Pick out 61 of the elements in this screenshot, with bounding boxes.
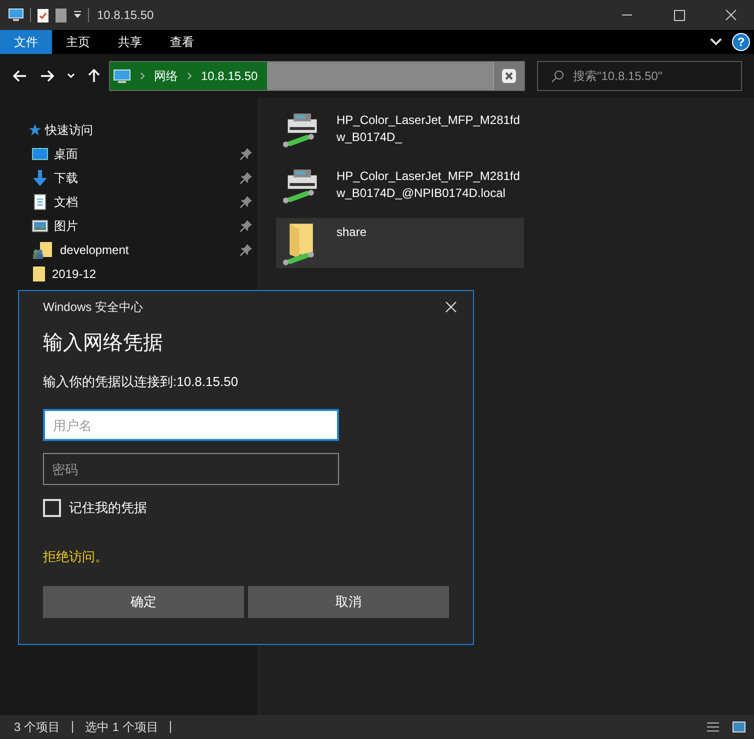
folder-icon [32,266,46,282]
star-icon [27,123,41,137]
picture-icon [32,219,48,233]
dialog-button[interactable]: 确定 [43,586,244,618]
item-count: 3 个项目 [14,718,60,736]
sidebar-item[interactable]: 快速访问 [0,118,258,142]
breadcrumb[interactable]: 网络 [154,68,178,84]
address-bar[interactable]: 网络 10.8.15.50 [109,61,525,91]
computer-icon [113,68,131,84]
computer-icon[interactable] [8,8,24,22]
breadcrumb[interactable]: 10.8.15.50 [201,69,258,83]
sidebar-item[interactable]: 文档 [0,190,258,214]
username-field[interactable]: 用户名 [43,409,339,441]
back-arrow-icon[interactable] [13,70,27,82]
checkbox-label: 记住我的凭据 [69,499,147,517]
error-message: 拒绝访问。 [43,548,109,566]
chevron-right-icon[interactable] [140,72,145,80]
file-item[interactable]: HP_Color_LaserJet_MFP_M281fdw_B0174D_@NPIB0174D.local [276,162,524,212]
dialog-title: 输入网络凭据 [43,331,164,356]
shared-folder-icon [32,241,54,259]
close-icon [502,69,516,83]
sidebar-item[interactable]: development [0,238,258,262]
ribbon-tab[interactable]: 查看 [156,30,208,54]
dialog-message: 输入你的凭据以连接到:10.8.15.50 [43,373,240,391]
window-title: 10.8.15.50 [97,8,154,22]
pin-icon[interactable] [240,148,252,160]
large-icons-view-icon[interactable] [732,721,746,733]
up-arrow-icon[interactable] [88,69,100,83]
sidebar-item[interactable]: 2019-12 [0,262,258,286]
chevron-right-icon[interactable] [187,72,192,80]
search-field[interactable]: 搜索"10.8.15.50" [537,61,742,91]
search-icon [551,70,564,83]
pin-icon[interactable] [240,196,252,208]
details-view-icon[interactable] [706,721,720,733]
dropdown-icon[interactable] [73,10,82,20]
dialog-button[interactable]: 取消 [248,586,449,618]
document-icon [32,194,48,210]
sidebar-item[interactable]: 下载 [0,166,258,190]
chevron-down-icon[interactable] [710,38,722,46]
sidebar-item[interactable]: 桌面 [0,142,258,166]
password-field[interactable]: 密码 [43,453,339,485]
file-item[interactable]: HP_Color_LaserJet_MFP_M281fdw_B0174D_ [276,106,524,156]
close-icon[interactable] [445,301,457,313]
checkbox[interactable] [43,499,61,517]
checklist-icon[interactable] [37,8,49,22]
ribbon-tab[interactable]: 文件 [0,30,52,54]
pin-icon[interactable] [240,220,252,232]
desktop-icon [32,147,48,161]
dialog-caption: Windows 安全中心 [43,298,144,316]
pin-icon[interactable] [240,244,252,256]
clear-button[interactable] [493,62,524,90]
file-item[interactable]: share [276,218,524,268]
pin-icon[interactable] [240,172,252,184]
selection-count: 选中 1 个项目 [85,718,158,736]
download-arrow-icon [32,170,48,186]
help-button[interactable]: ? [732,33,750,51]
ribbon-tab[interactable]: 共享 [104,30,156,54]
ribbon-tab[interactable]: 主页 [52,30,104,54]
sidebar-item[interactable]: 图片 [0,214,258,238]
forward-arrow-icon[interactable] [40,70,54,82]
document-icon[interactable] [55,8,67,22]
